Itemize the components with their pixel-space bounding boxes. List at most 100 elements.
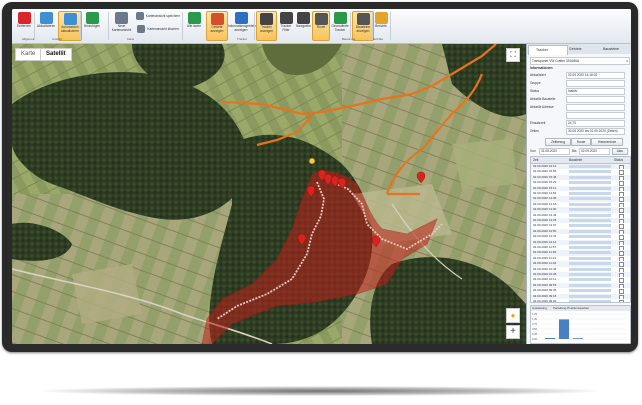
zoom-in-button[interactable]: + — [506, 325, 520, 339]
info-field-label: Aktuelle Adresse — [530, 105, 554, 109]
chart-ytick: 0,00 — [532, 337, 538, 341]
report-icon — [374, 12, 388, 24]
ribbon-button-label: Entfernen — [17, 24, 31, 28]
info-field-value[interactable]: Inaktiv — [566, 88, 625, 95]
geocode-button[interactable]: Geocodierte Tracker — [330, 11, 350, 39]
delete-view-icon — [137, 25, 146, 33]
ribbon-button-label: Aktualisieren — [36, 24, 56, 28]
filter-icon — [279, 12, 293, 24]
row-baustelle-cell — [569, 283, 611, 287]
row-baustelle-cell — [569, 186, 611, 190]
chart-ytick: 0,50 — [532, 327, 538, 331]
info-field-label: Gruppe — [530, 81, 541, 85]
row-status-checkbox[interactable] — [619, 300, 624, 302]
date-from-label: Von — [530, 149, 536, 153]
usage-bar-chart: 1,251,000,750,500,250,00 — [532, 312, 627, 341]
delete-view-button[interactable]: Kartenansicht löschen — [135, 25, 181, 37]
monitor-bezel: Entfernen Aktualisieren Automatisch aktual… — [2, 2, 638, 352]
ribbon-button-label: Informationsgebiete anzeigen — [228, 24, 256, 32]
ribbon-button-label: Kartenansicht löschen — [147, 26, 179, 31]
refresh-button[interactable]: Aktualisieren — [36, 11, 56, 39]
ribbon-separator — [390, 12, 391, 40]
info-field-value[interactable]: 02.09.2020 14:18:02 — [566, 72, 625, 79]
row-baustelle-cell — [569, 278, 611, 282]
ribbon-group-label: Berichte — [372, 37, 384, 41]
geocode-icon — [333, 12, 347, 24]
pegman-icon[interactable]: ● — [506, 308, 520, 323]
info-button[interactable]: Informationsgebiete anzeigen — [228, 11, 256, 39]
tracker-panel: Tracker Gebiete Bausteine Transporter VW… — [526, 44, 631, 344]
route-button[interactable]: Route — [312, 11, 330, 41]
row-baustelle-cell — [569, 213, 611, 217]
info-field-label: Status — [530, 89, 540, 93]
tracker-button[interactable]: Tracker anzeigen — [256, 11, 277, 41]
info-field-value[interactable] — [566, 80, 625, 87]
zeitbezug-button[interactable]: Zeitbezug — [545, 138, 571, 146]
save-view-button[interactable]: Kartenansicht speichern — [135, 12, 181, 24]
ribbon-separator — [372, 12, 373, 40]
globe-small-button[interactable]: Alle laden — [184, 11, 204, 39]
row-baustelle-cell — [569, 208, 611, 212]
chart-bar — [545, 338, 555, 339]
navigation-icon — [297, 12, 310, 24]
info-field-row: Aktuelle Baustelle — [530, 96, 629, 103]
tab-bausteine[interactable]: Bausteine — [596, 45, 631, 54]
row-baustelle-cell — [569, 170, 611, 174]
info-field-value[interactable]: 30.08.2020 bis 02.09.2020 (Zeiten) — [566, 128, 625, 135]
row-baustelle-cell — [569, 175, 611, 179]
navigation-button[interactable]: Navigation — [296, 11, 311, 39]
info-field-label: Zeiten — [530, 129, 539, 133]
info-field-label: Aktuelle Baustelle — [530, 97, 556, 101]
date-range-row: Von 31.08.2020 Bis 02.09.2020 Aktu — [530, 148, 629, 155]
date-from-input[interactable]: 31.08.2020 — [539, 148, 570, 155]
position-table: Zeit Baustelle Status 02.09.2020 16:14 02… — [530, 156, 631, 303]
info-field-value[interactable] — [566, 96, 625, 103]
row-baustelle-cell — [569, 289, 611, 293]
col-header-baustelle[interactable]: Baustelle — [569, 157, 582, 163]
tracker-icon — [260, 13, 273, 25]
chart-ytick: 1,00 — [532, 317, 538, 321]
chevron-down-icon: ▾ — [626, 59, 628, 63]
blocks-icon — [356, 13, 370, 25]
report-button[interactable]: Berichte — [374, 11, 388, 39]
ribbon-button-label: Alle laden — [187, 24, 201, 28]
row-baustelle-cell — [569, 300, 611, 302]
col-header-zeit[interactable]: Zeit — [533, 157, 538, 163]
ribbon-button-label: Tracker Filter — [280, 24, 292, 32]
col-header-status[interactable]: Status — [614, 157, 623, 163]
info-field-value[interactable] — [566, 112, 625, 119]
fullscreen-icon[interactable]: ⛶ — [506, 48, 520, 62]
info-field-value[interactable] — [566, 104, 625, 111]
chart-ytick: 1,25 — [532, 312, 538, 316]
close-icon — [17, 12, 31, 24]
satellite-map[interactable] — [12, 44, 526, 344]
historienlinie-button[interactable]: Historienlinie — [591, 138, 623, 146]
date-to-input[interactable]: 02.09.2020 — [579, 148, 610, 155]
map-view-button[interactable]: Neue Kartenansicht — [110, 11, 133, 39]
filter-button[interactable]: Tracker Filter — [277, 11, 295, 39]
ribbon-group-label: Tracker — [237, 37, 248, 41]
chart-ytick: 0,75 — [532, 322, 538, 326]
info-field-value[interactable]: 24,70 — [566, 120, 625, 127]
globe-icon — [85, 12, 99, 24]
ribbon-button-label: Automatisch aktualisieren — [61, 25, 79, 33]
close-button[interactable]: Entfernen — [14, 11, 34, 39]
tracker-select[interactable]: Transporter VW Crafter 3S1686A ▾ — [530, 57, 630, 65]
ribbon-button-label: Gebiete anzeigen — [210, 25, 224, 33]
table-row[interactable]: 02.09.2020 09:00 — [531, 299, 630, 302]
globe-small-icon — [187, 12, 201, 24]
row-baustelle-cell — [569, 267, 611, 271]
route-button[interactable]: Route — [571, 138, 591, 146]
globe-button[interactable]: Hinzufügen — [82, 11, 102, 39]
tracker-select-value: Transporter VW Crafter 3S1686A — [532, 59, 580, 63]
date-apply-button[interactable]: Aktu — [612, 148, 628, 155]
ribbon-button-label: Berichte — [375, 24, 387, 28]
ribbon-button-label: Tracker anzeigen — [260, 25, 273, 33]
info-section-title: Informationen — [530, 66, 553, 70]
map-area[interactable]: Karte Satellit ⛶ ● + — [12, 44, 526, 344]
info-icon — [234, 12, 248, 24]
map-mode-satellit-button[interactable]: Satellit — [40, 48, 72, 61]
row-baustelle-cell — [569, 246, 611, 249]
map-mode-karte-button[interactable]: Karte — [15, 48, 42, 61]
area-button[interactable]: Gebiete anzeigen — [206, 11, 228, 41]
